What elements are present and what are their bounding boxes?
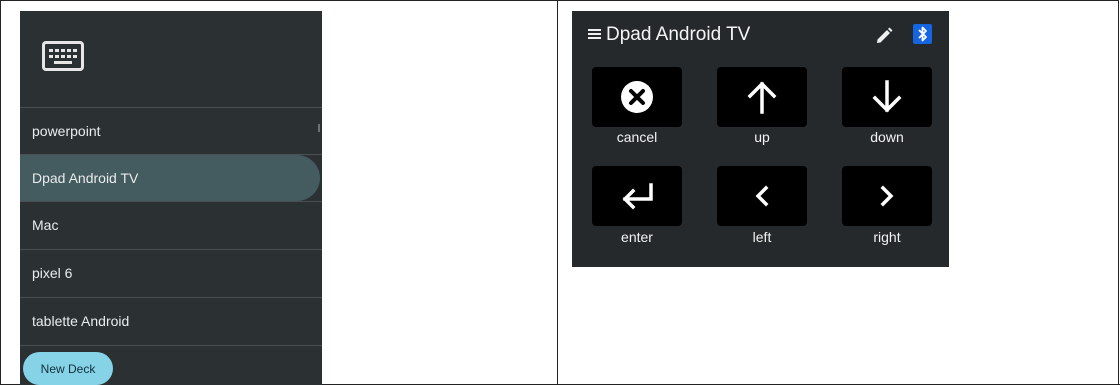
app-bar: Dpad Android TV xyxy=(572,11,949,57)
deck-item-label: Dpad Android TV xyxy=(32,170,139,186)
arrow-down-icon xyxy=(872,80,902,113)
keyboard-icon[interactable] xyxy=(42,41,84,71)
deck-item-pixel-6[interactable]: pixel 6 xyxy=(20,250,322,296)
chevron-right-icon xyxy=(880,185,894,207)
deck-item-powerpoint[interactable]: powerpoint xyxy=(20,108,322,154)
enter-button[interactable] xyxy=(592,166,682,226)
right-button[interactable] xyxy=(842,166,932,226)
cancel-label: cancel xyxy=(616,129,658,145)
enter-return-icon xyxy=(622,183,653,210)
new-deck-button[interactable]: New Deck xyxy=(23,352,113,385)
right-label: right xyxy=(873,229,901,245)
deck-item-label: powerpoint xyxy=(32,123,101,139)
left-label: left xyxy=(752,229,772,245)
deck-title: Dpad Android TV xyxy=(606,24,751,45)
bluetooth-icon[interactable] xyxy=(913,24,932,44)
deck-item-label: Mac xyxy=(32,217,59,233)
arrow-up-icon xyxy=(747,81,777,114)
deck-item-dpad-android-tv[interactable]: Dpad Android TV xyxy=(20,155,320,201)
chevron-left-icon xyxy=(755,185,769,207)
pencil-icon[interactable] xyxy=(874,26,894,46)
divider xyxy=(20,345,322,346)
down-button[interactable] xyxy=(842,67,932,127)
deck-drawer: powerpoint Dpad Android TV Mac pixel 6 t… xyxy=(20,11,322,385)
left-button[interactable] xyxy=(717,166,807,226)
hamburger-menu-icon[interactable] xyxy=(588,29,601,39)
column-divider xyxy=(557,1,558,385)
deck-item-label: tablette Android xyxy=(32,313,130,329)
up-button[interactable] xyxy=(717,67,807,127)
deck-item-mac[interactable]: Mac xyxy=(20,202,322,248)
scroll-tick xyxy=(318,124,320,132)
up-label: up xyxy=(754,129,770,145)
deck-item-label: pixel 6 xyxy=(32,265,73,281)
enter-label: enter xyxy=(621,229,653,245)
deck-item-tablette-android[interactable]: tablette Android xyxy=(20,298,322,344)
cancel-circle-icon xyxy=(621,81,653,113)
down-label: down xyxy=(870,129,904,145)
cancel-button[interactable] xyxy=(592,67,682,127)
dpad-deck-view: Dpad Android TV cancel up down enter lef… xyxy=(572,11,949,267)
